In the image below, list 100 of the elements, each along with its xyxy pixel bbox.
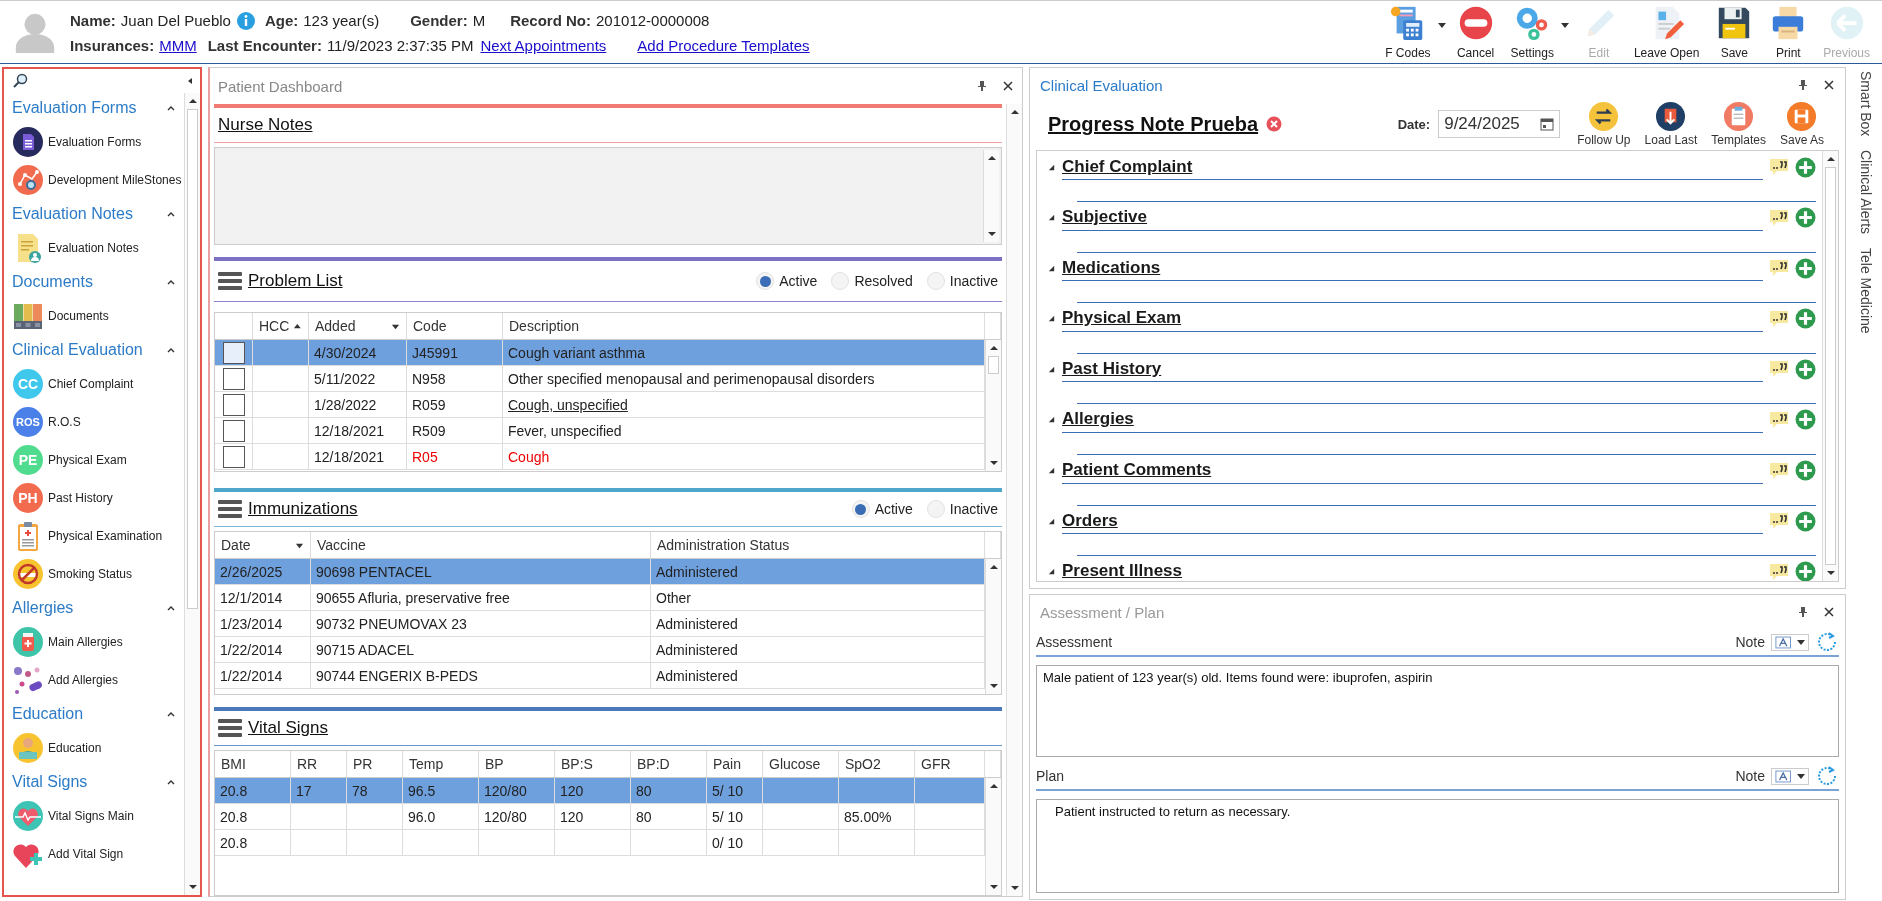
action-button[interactable]: Follow Up [1574,101,1634,147]
scrollbar[interactable] [985,778,1001,895]
sidebar-item[interactable]: Smoking Status [4,555,184,593]
table-row[interactable]: 20.8 96.0 120/80 120 80 5/ 10 85.00% [215,804,985,830]
f-codes-button[interactable]: F Codes [1379,2,1437,62]
menu-icon[interactable] [218,271,242,291]
column-header[interactable]: PR [347,751,403,777]
add-icon[interactable] [1795,207,1816,229]
column-header[interactable]: RR [291,751,347,777]
table-row[interactable]: 1/28/2022 R059 Cough, unspecified [215,392,985,418]
expand-icon[interactable] [1047,516,1056,526]
section-title[interactable]: Past History [1062,358,1162,379]
scrollbar[interactable] [985,340,1001,471]
format-dropdown[interactable] [1771,767,1809,785]
format-dropdown[interactable] [1771,633,1809,651]
caret-icon[interactable] [1436,20,1447,30]
notes-field[interactable] [214,147,1002,245]
sidebar-item[interactable]: Documents [4,297,184,335]
column-header[interactable]: Added [309,313,407,339]
add-icon[interactable] [1795,358,1816,380]
add-icon[interactable] [1795,409,1816,431]
column-header[interactable]: Glucose [763,751,839,777]
sidebar-item[interactable]: Vital Signs Main [4,797,184,835]
add-icon[interactable] [1795,460,1816,482]
side-tab[interactable]: Smart Box [1858,71,1874,137]
text-area[interactable]: Patient instructed to return as necessary. [1036,799,1839,893]
column-header[interactable]: Date [215,532,311,558]
section-title[interactable]: Patient Comments [1062,460,1212,481]
quote-icon[interactable] [1769,562,1789,581]
side-tab[interactable]: Clinical Alerts [1858,150,1874,235]
table-row[interactable]: 20.8 17 78 96.5 120/80 120 80 5/ 10 [215,778,985,804]
quote-icon[interactable] [1769,309,1789,328]
table-row[interactable]: 1/22/2014 90744 ENGERIX B-PEDS Administered [215,663,985,689]
quote-icon[interactable] [1769,410,1789,429]
close-icon[interactable] [1002,80,1014,92]
action-button[interactable]: Templates [1708,101,1769,147]
pin-icon[interactable] [1797,79,1809,91]
sidebar-item[interactable]: Evaluation Forms [4,123,184,161]
insurance-link[interactable]: MMM [159,36,197,54]
text-area[interactable]: Male patient of 123 year(s) old. Items found were: ibuprofen, aspirin [1036,665,1839,757]
expand-icon[interactable] [1047,263,1056,273]
sidebar-item[interactable]: Add Vital Sign [4,835,184,873]
table-row[interactable]: 1/23/2014 90732 PNEUMOVAX 23 Administered [215,611,985,637]
scrollbar[interactable] [983,150,999,242]
quote-icon[interactable] [1769,461,1789,480]
expand-icon[interactable] [1047,213,1056,223]
sidebar-item[interactable]: ROS R.O.S [4,403,184,441]
leave-open-button[interactable]: Leave Open [1627,2,1706,62]
section-title[interactable]: Present Illness [1062,561,1182,581]
column-header[interactable]: BMI [215,751,291,777]
quote-icon[interactable] [1769,158,1789,176]
sidebar-item[interactable]: Development MileStones [4,161,184,199]
add-icon[interactable] [1795,308,1816,330]
table-row[interactable]: 12/1/2014 90655 Afluria, preservative free Other [215,585,985,611]
checkbox[interactable] [222,419,245,442]
section-title[interactable]: Medications [1062,257,1161,278]
column-header[interactable]: Pain [707,751,763,777]
column-header[interactable]: SpO2 [839,751,915,777]
column-header[interactable]: Description [503,313,985,339]
section-title[interactable]: Allergies [1062,409,1134,430]
column-header[interactable]: HCC [253,313,309,339]
collapse-icon[interactable] [186,77,194,85]
table-row[interactable]: 4/30/2024 J45991 Cough variant asthma [215,340,985,366]
link[interactable]: Add Procedure Templates [637,36,810,54]
close-icon[interactable] [1823,79,1835,91]
date-field[interactable]: 9/24/2025 [1438,110,1561,138]
quote-icon[interactable] [1769,208,1789,227]
expand-icon[interactable] [1047,415,1056,425]
sidebar-item[interactable]: Education [4,729,184,767]
pin-icon[interactable] [1797,606,1809,618]
sidebar-item[interactable]: PE Physical Exam [4,441,184,479]
pin-icon[interactable] [976,80,988,92]
scrollbar[interactable] [1822,151,1838,581]
calendar-icon[interactable] [1540,117,1555,131]
checkbox[interactable] [222,341,245,364]
expand-icon[interactable] [1047,466,1056,476]
radio-button[interactable]: Inactive [926,500,998,518]
menu-icon[interactable] [218,499,242,519]
radio-button[interactable]: Resolved [831,272,913,290]
sidebar-item[interactable]: Main Allergies [4,623,184,661]
column-header[interactable]: BP [479,751,555,777]
section-title[interactable]: Subjective [1062,207,1148,228]
link[interactable]: Next Appointments [480,36,607,54]
column-header[interactable]: BP:S [555,751,631,777]
scroll-thumb[interactable] [988,356,999,374]
sidebar-item[interactable]: PH Past History [4,479,184,517]
scrollbar[interactable] [184,93,200,895]
add-icon[interactable] [1795,257,1816,279]
expand-icon[interactable] [1047,162,1056,172]
checkbox[interactable] [222,445,245,468]
cancel-button[interactable]: Cancel [1450,2,1501,62]
scrollbar[interactable] [1006,104,1022,896]
table-row[interactable]: 2/26/2025 90698 PENTACEL Administered [215,559,985,585]
remove-icon[interactable] [1266,116,1283,132]
quote-icon[interactable] [1769,259,1789,278]
radio-button[interactable]: Inactive [926,272,998,290]
expand-icon[interactable] [1047,567,1056,577]
checkbox[interactable] [222,393,245,416]
section-title[interactable]: Chief Complaint [1062,156,1193,177]
column-header[interactable]: Temp [403,751,479,777]
